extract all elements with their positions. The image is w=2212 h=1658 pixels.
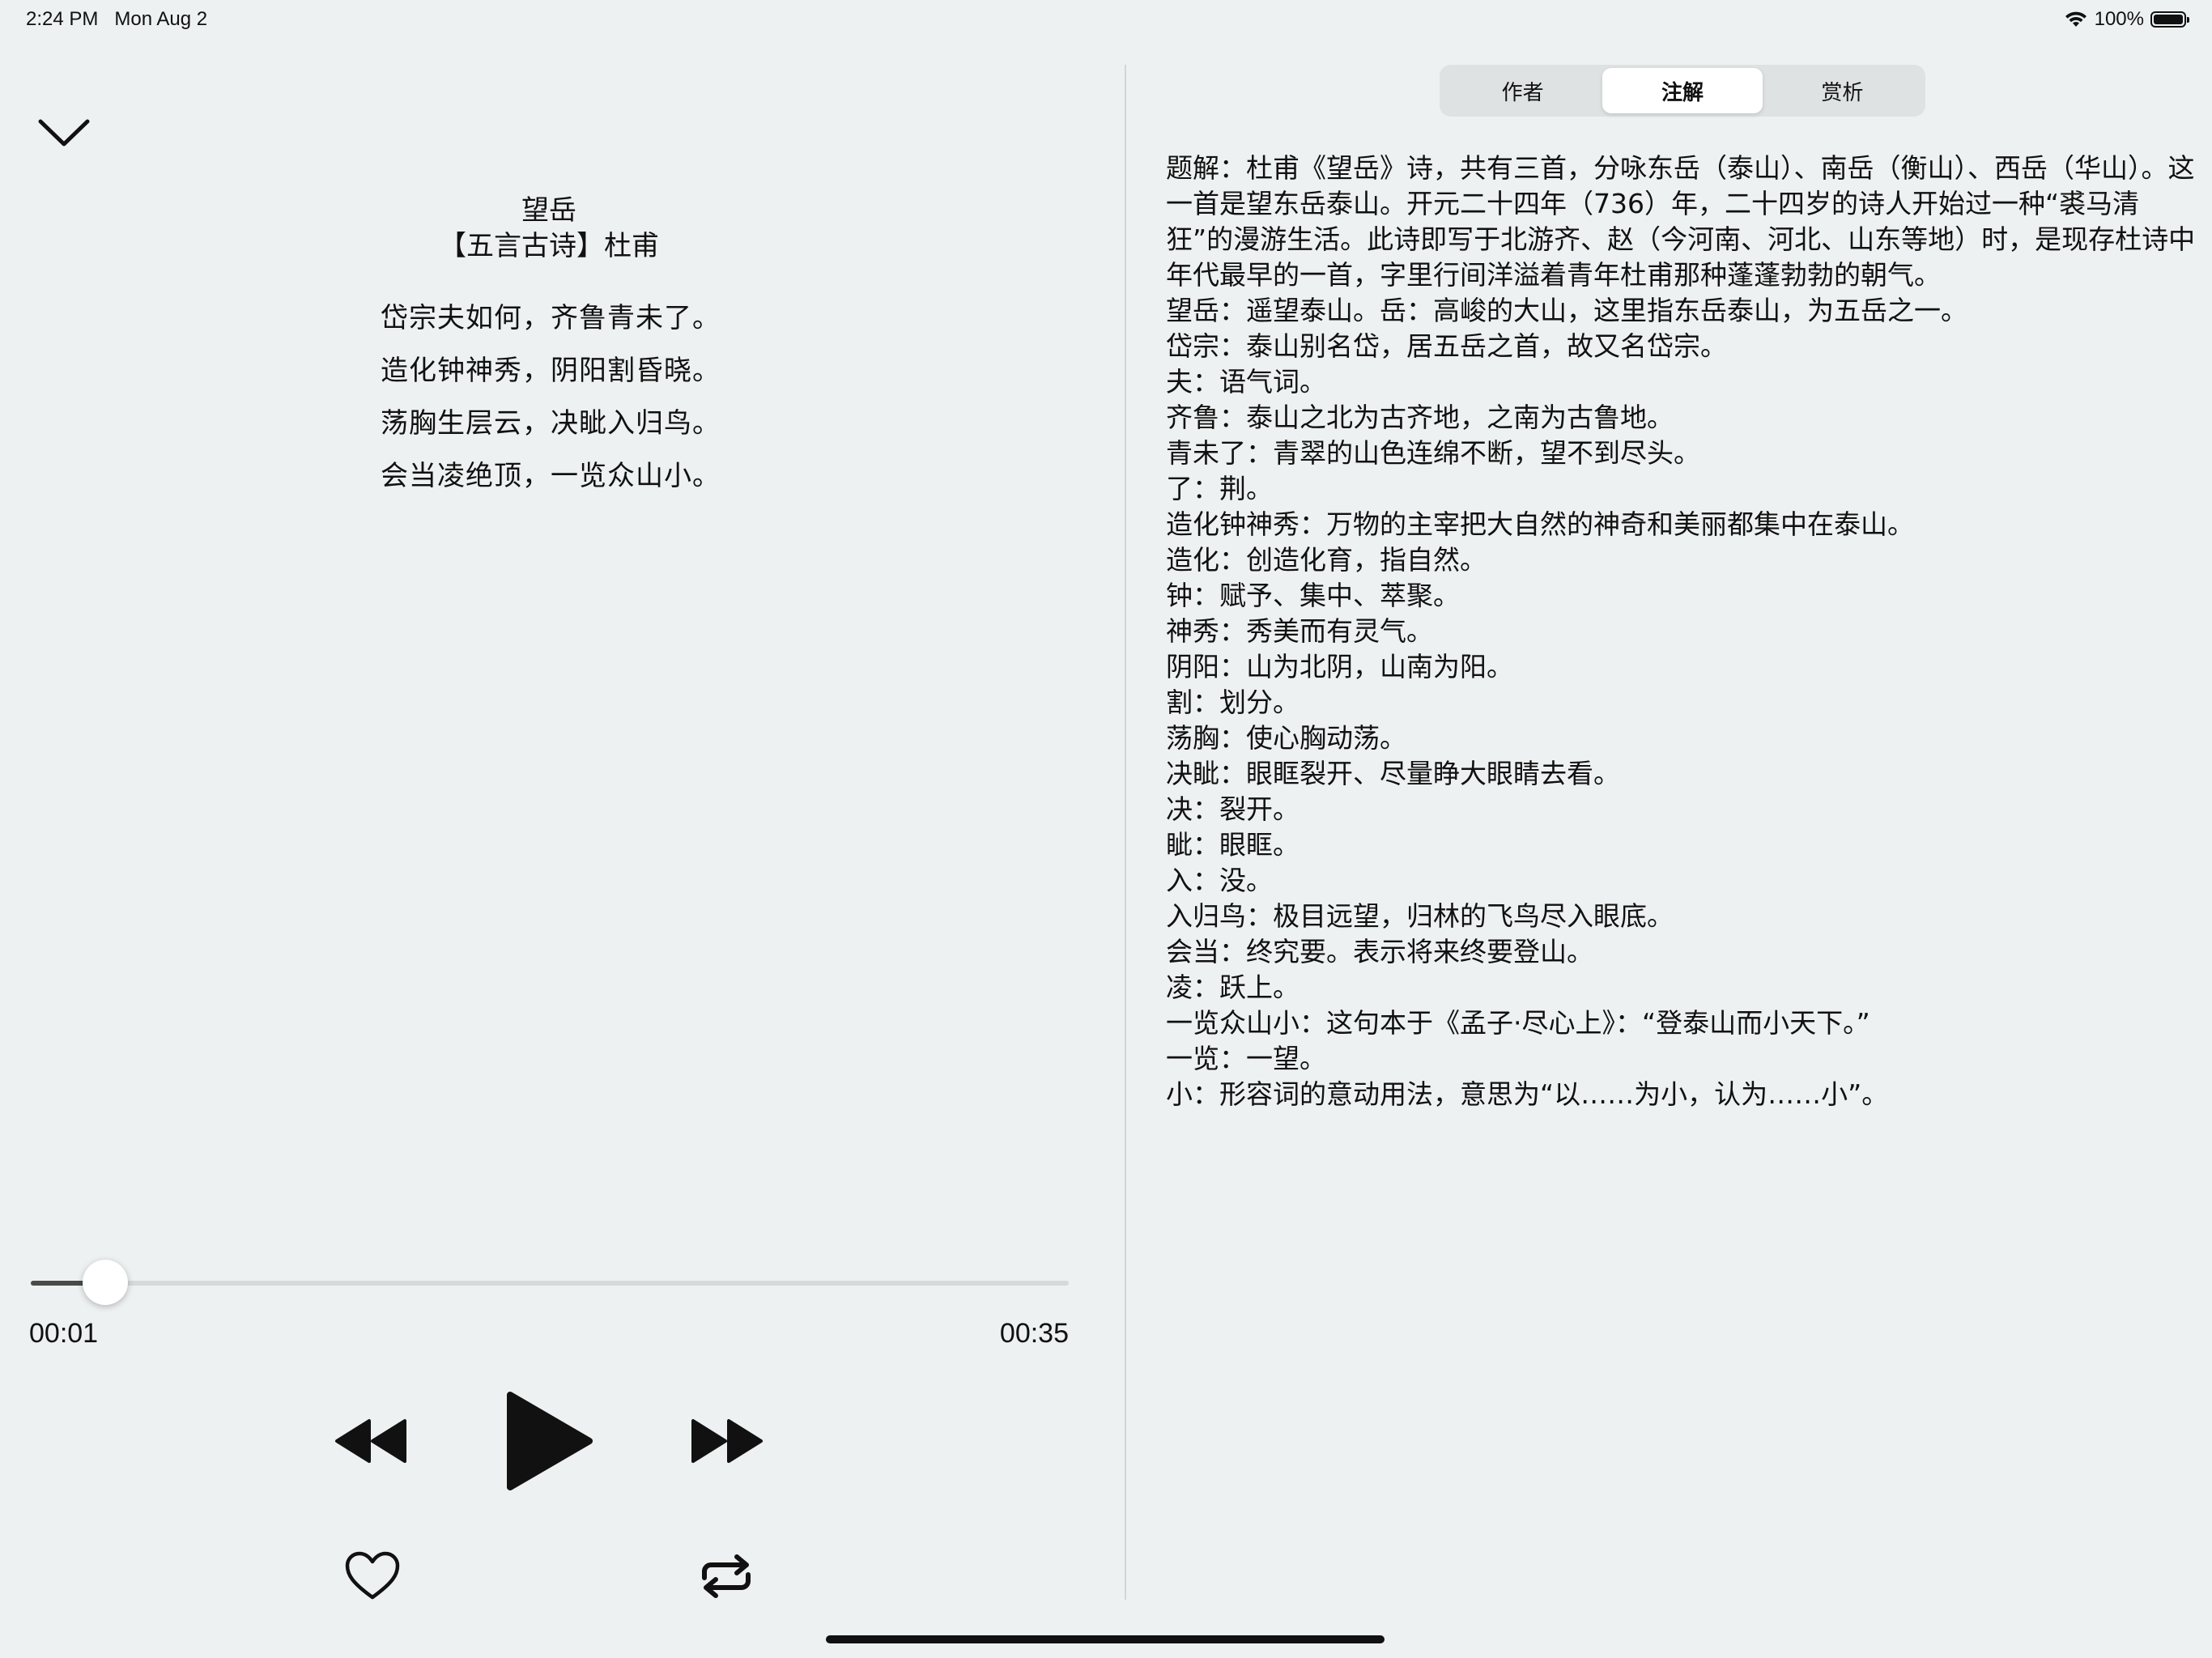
annotation-line: 决眦：眼眶裂开、尽量睁大眼睛去看。 [1166,758,1620,789]
rewind-icon[interactable] [332,1413,410,1469]
annotation-line: 入归鸟：极目远望，归林的飞鸟尽入眼底。 [1166,900,1674,932]
segmented-control: 作者 注解 赏析 [1440,65,1925,117]
annotation-text: 题解：杜甫《望岳》诗，共有三首，分咏东岳（泰山）、南岳（衡山）、西岳（华山）。这… [1166,151,2198,1112]
status-right: 100% [2064,8,2189,31]
fast-forward-icon[interactable] [688,1413,766,1469]
annotation-line: 决：裂开。 [1166,793,1300,825]
annotation-line: 荡胸：使心胸动荡。 [1166,722,1406,754]
annotation-line: 夫：语气词。 [1166,366,1326,397]
elapsed-time: 00:01 [29,1318,99,1349]
annotation-line: 凌：跃上。 [1166,971,1300,1003]
chevron-down-icon[interactable] [36,113,92,154]
annotation-line: 阴阳：山为北阴，山南为阳。 [1166,651,1513,682]
tab-appreciation[interactable]: 赏析 [1763,68,1922,113]
annotation-line: 眦：眼眶。 [1166,829,1300,861]
poem-meta: 【五言古诗】杜甫 [439,230,659,262]
repeat-icon[interactable] [698,1550,755,1602]
battery-percent: 100% [2094,8,2144,30]
annotation-line: 了：荆。 [1166,473,1273,504]
battery-icon [2150,11,2189,28]
poem-line: 荡胸生层云，决眦入归鸟。 [381,407,721,440]
wifi-icon [2065,11,2087,27]
poem-line: 岱宗夫如何，齐鲁青未了。 [381,302,721,334]
annotation-line: 钟：赋予、集中、萃聚。 [1166,580,1460,611]
poem-title: 望岳 [521,194,576,227]
poem-line: 会当凌绝顶，一览众山小。 [381,460,721,492]
player-pane: 望岳 【五言古诗】杜甫 岱宗夫如何，齐鲁青未了。 造化钟神秀，阴阳割昏晓。 荡胸… [0,0,1125,1658]
annotation-line: 入：没。 [1166,865,1273,896]
annotation-line: 造化：创造化育，指自然。 [1166,544,1487,576]
annotation-line: 题解：杜甫《望岳》诗，共有三首，分咏东岳（泰山）、南岳（衡山）、西岳（华山）。这… [1166,152,2196,291]
tab-author[interactable]: 作者 [1443,68,1602,113]
annotation-line: 岱宗：泰山别名岱，居五岳之首，故又名岱宗。 [1166,330,1727,362]
play-icon[interactable] [502,1388,596,1494]
annotation-line: 望岳：遥望泰山。岳：高峻的大山，这里指东岳泰山，为五岳之一。 [1166,295,1967,326]
home-indicator[interactable] [826,1635,1385,1643]
poem-text: 岱宗夫如何，齐鲁青未了。 造化钟神秀，阴阳割昏晓。 荡胸生层云，决眦入归鸟。 会… [381,298,721,508]
annotation-line: 会当：终究要。表示将来终要登山。 [1166,936,1593,967]
annotation-line: 神秀：秀美而有灵气。 [1166,615,1433,647]
annotation-line: 齐鲁：泰山之北为古齐地，之南为古鲁地。 [1166,402,1674,433]
poem-line: 造化钟神秀，阴阳割昏晓。 [381,355,721,387]
annotation-line: 一览众山小：这句本于《孟子·尽心上》：“登泰山而小天下。” [1166,1007,1870,1039]
progress-slider[interactable] [31,1260,1069,1305]
tab-annotation[interactable]: 注解 [1602,68,1763,113]
annotation-line: 割：划分。 [1166,687,1300,718]
total-time: 00:35 [999,1318,1069,1349]
annotation-line: 一览：一望。 [1166,1043,1326,1074]
heart-icon[interactable] [344,1550,401,1602]
annotation-line: 造化钟神秀：万物的主宰把大自然的神奇和美丽都集中在泰山。 [1166,508,1914,540]
pane-divider [1125,65,1126,1600]
annotation-line: 青未了：青翠的山色连绵不断，望不到尽头。 [1166,437,1700,469]
annotation-line: 小：形容词的意动用法，意思为“以……为小，认为……小”。 [1166,1078,1889,1110]
progress-knob[interactable] [83,1260,129,1305]
